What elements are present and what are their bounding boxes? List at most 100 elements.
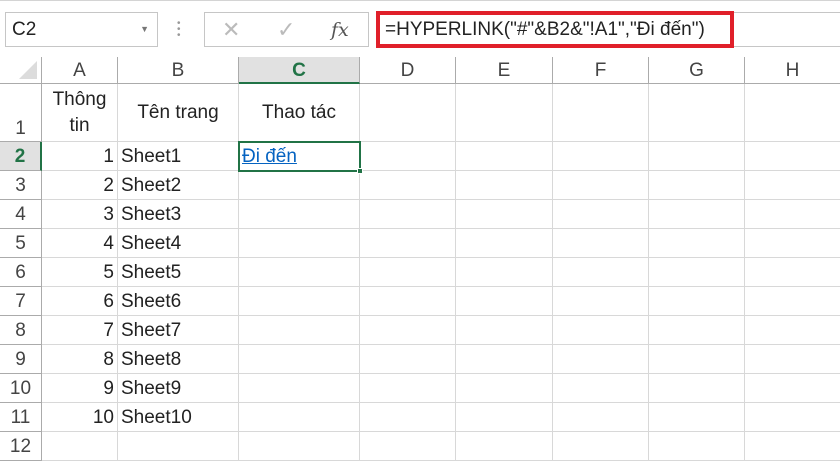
resize-handle-icon[interactable]: • • •	[177, 19, 181, 41]
cell[interactable]	[649, 171, 745, 200]
cell[interactable]	[360, 403, 456, 432]
cell-A4[interactable]: 3	[42, 200, 118, 229]
cell[interactable]	[360, 171, 456, 200]
cell-B8[interactable]: Sheet7	[118, 316, 239, 345]
cell[interactable]	[239, 229, 360, 258]
row-header-1[interactable]: 1	[0, 84, 42, 142]
cell[interactable]	[553, 287, 649, 316]
column-header-G[interactable]: G	[649, 57, 745, 84]
row-header-8[interactable]: 8	[0, 316, 42, 345]
cell[interactable]	[553, 84, 649, 142]
column-header-F[interactable]: F	[553, 57, 649, 84]
row-header-10[interactable]: 10	[0, 374, 42, 403]
cell[interactable]	[360, 287, 456, 316]
cell[interactable]	[745, 345, 840, 374]
cell[interactable]	[456, 432, 553, 461]
cell[interactable]	[553, 403, 649, 432]
cell[interactable]	[456, 374, 553, 403]
cell[interactable]	[456, 171, 553, 200]
cell-B10[interactable]: Sheet9	[118, 374, 239, 403]
formula-input-extension[interactable]	[734, 12, 840, 47]
cell[interactable]	[239, 171, 360, 200]
row-header-11[interactable]: 11	[0, 403, 42, 432]
cell[interactable]	[239, 345, 360, 374]
cell[interactable]	[553, 142, 649, 171]
column-header-H[interactable]: H	[745, 57, 840, 84]
cell[interactable]	[360, 345, 456, 374]
cell[interactable]	[42, 432, 118, 461]
cell-A10[interactable]: 9	[42, 374, 118, 403]
row-header-5[interactable]: 5	[0, 229, 42, 258]
cell[interactable]	[456, 229, 553, 258]
column-header-E[interactable]: E	[456, 57, 553, 84]
cell-A7[interactable]: 6	[42, 287, 118, 316]
cell-B7[interactable]: Sheet6	[118, 287, 239, 316]
cell-B5[interactable]: Sheet4	[118, 229, 239, 258]
cell[interactable]	[553, 316, 649, 345]
cell[interactable]	[360, 200, 456, 229]
cell[interactable]	[239, 432, 360, 461]
cell[interactable]	[456, 84, 553, 142]
cell[interactable]	[360, 432, 456, 461]
cell[interactable]	[649, 374, 745, 403]
cell[interactable]	[553, 171, 649, 200]
cell-A6[interactable]: 5	[42, 258, 118, 287]
cell[interactable]	[649, 316, 745, 345]
cell[interactable]	[456, 287, 553, 316]
cell[interactable]	[649, 403, 745, 432]
cell[interactable]	[239, 258, 360, 287]
cell[interactable]	[745, 287, 840, 316]
cell-B9[interactable]: Sheet8	[118, 345, 239, 374]
enter-icon[interactable]: ✓	[277, 17, 295, 43]
cell-A3[interactable]: 2	[42, 171, 118, 200]
cell[interactable]	[239, 374, 360, 403]
cell[interactable]	[360, 142, 456, 171]
cell[interactable]	[456, 200, 553, 229]
cell-B1[interactable]: Tên trang	[118, 84, 239, 142]
cell-B2[interactable]: Sheet1	[118, 142, 239, 171]
cell-B6[interactable]: Sheet5	[118, 258, 239, 287]
row-header-6[interactable]: 6	[0, 258, 42, 287]
cell[interactable]	[649, 287, 745, 316]
cell[interactable]	[745, 171, 840, 200]
chevron-down-icon[interactable]: ▼	[140, 13, 149, 46]
cell[interactable]	[456, 345, 553, 374]
name-box[interactable]: C2 ▼	[5, 12, 158, 47]
cell-A8[interactable]: 7	[42, 316, 118, 345]
column-header-D[interactable]: D	[360, 57, 456, 84]
cell[interactable]	[745, 374, 840, 403]
cell[interactable]	[239, 403, 360, 432]
cell[interactable]	[239, 287, 360, 316]
row-header-12[interactable]: 12	[0, 432, 42, 461]
cell[interactable]	[360, 229, 456, 258]
insert-function-icon[interactable]: fx	[331, 19, 349, 41]
cell[interactable]	[649, 200, 745, 229]
cell[interactable]	[745, 84, 840, 142]
fill-handle[interactable]	[357, 168, 363, 174]
cell[interactable]	[649, 345, 745, 374]
cell-B3[interactable]: Sheet2	[118, 171, 239, 200]
cell[interactable]	[649, 142, 745, 171]
row-header-9[interactable]: 9	[0, 345, 42, 374]
cell-B11[interactable]: Sheet10	[118, 403, 239, 432]
cell-A2[interactable]: 1	[42, 142, 118, 171]
cell[interactable]	[456, 403, 553, 432]
cell[interactable]	[456, 316, 553, 345]
cell[interactable]	[360, 84, 456, 142]
cell-A1[interactable]: Thông tin	[42, 84, 118, 142]
row-header-3[interactable]: 3	[0, 171, 42, 200]
cell[interactable]	[745, 229, 840, 258]
cell[interactable]	[745, 200, 840, 229]
cell[interactable]	[456, 258, 553, 287]
cell[interactable]	[360, 258, 456, 287]
column-header-A[interactable]: A	[42, 57, 118, 84]
cell-C1[interactable]: Thao tác	[239, 84, 360, 142]
cell[interactable]	[360, 316, 456, 345]
cell[interactable]	[745, 432, 840, 461]
cell[interactable]	[649, 84, 745, 142]
cell[interactable]	[239, 316, 360, 345]
cell[interactable]	[239, 200, 360, 229]
cell[interactable]	[553, 229, 649, 258]
cell[interactable]	[649, 432, 745, 461]
row-header-2[interactable]: 2	[0, 142, 42, 171]
